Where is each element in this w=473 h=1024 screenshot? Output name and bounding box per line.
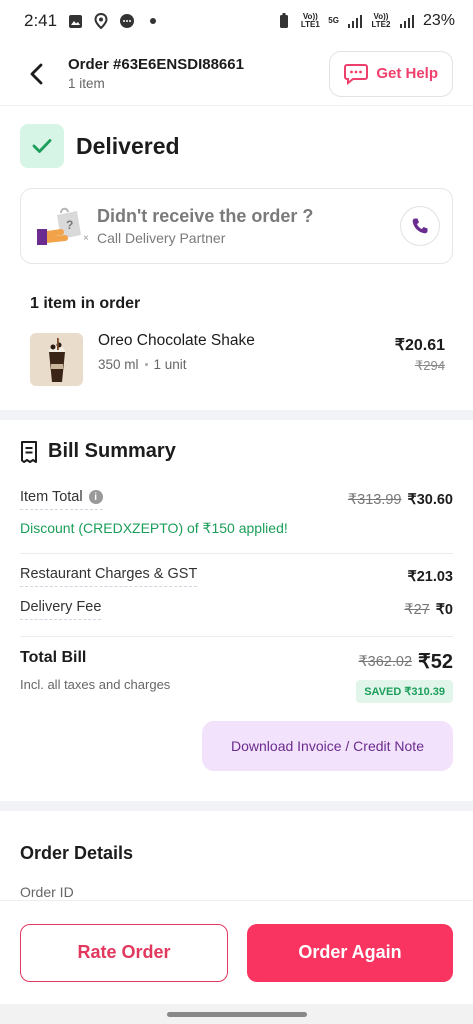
invoice-wrap: Download Invoice / Credit Note	[20, 721, 453, 771]
order-again-button[interactable]: Order Again	[247, 923, 453, 982]
phone-icon	[412, 218, 428, 234]
total-bill-subtext: Incl. all taxes and charges	[20, 677, 171, 692]
bill-divider-2	[20, 636, 453, 637]
delivery-fee-row: Delivery Fee ₹27 ₹0	[20, 599, 453, 620]
total-bill-old: ₹362.02	[358, 653, 413, 670]
call-delivery-card[interactable]: ? × Didn't receive the order ? Call Deli…	[20, 188, 453, 264]
bill-title: Bill Summary	[48, 440, 176, 462]
total-right: ₹362.02 ₹52 SAVED ₹310.39	[356, 649, 453, 703]
gesture-nav-bar	[0, 1004, 473, 1024]
svg-text:?: ?	[66, 218, 73, 232]
order-header-info: Order #63E6ENSDI88661 1 item	[68, 56, 329, 91]
info-icon[interactable]: i	[88, 490, 103, 504]
status-bar: 2:41 Vo)) LTE1 5G Vo)) LTE2 23%	[0, 0, 473, 42]
bill-summary: Bill Summary Item Total i ₹313.99 ₹30.60…	[0, 420, 473, 771]
saved-badge: SAVED ₹310.39	[356, 680, 453, 703]
items-count-title: 1 item in order	[30, 295, 141, 312]
battery-saver-icon	[276, 13, 292, 29]
delivery-fee-new: ₹0	[435, 601, 453, 618]
restaurant-charges-row: Restaurant Charges & GST ₹21.03	[20, 566, 453, 587]
call-partner-button[interactable]	[400, 206, 440, 246]
section-separator	[0, 410, 473, 420]
item-quantity: 1 unit	[153, 356, 187, 372]
item-size: 350 ml	[98, 356, 139, 372]
item-info: Oreo Chocolate Shake 350 ml 1 unit	[98, 332, 395, 372]
status-time: 2:41	[24, 11, 58, 30]
delivery-fee-label[interactable]: Delivery Fee	[20, 599, 102, 620]
get-help-button[interactable]: Get Help	[329, 50, 453, 97]
sim1-label: Vo)) LTE1	[300, 12, 320, 29]
back-button[interactable]	[22, 60, 50, 88]
bill-header: Bill Summary	[20, 440, 453, 463]
call-text: Didn't receive the order ? Call Delivery…	[97, 206, 400, 246]
shake-image-icon	[30, 333, 83, 386]
gallery-icon	[67, 13, 83, 29]
sim2-label: Vo)) LTE2	[371, 12, 391, 29]
rate-order-button[interactable]: Rate Order	[20, 923, 228, 982]
order-details-title: Order Details	[20, 843, 134, 863]
item-total-label-wrap[interactable]: Item Total i	[20, 489, 103, 510]
item-price: ₹20.61	[394, 337, 445, 354]
item-meta: 350 ml 1 unit	[98, 357, 395, 372]
location-icon	[93, 13, 109, 29]
download-invoice-button[interactable]: Download Invoice / Credit Note	[202, 721, 453, 771]
item-total-old: ₹313.99	[347, 491, 402, 508]
restaurant-charges-value: ₹21.03	[407, 568, 453, 585]
total-bill-row: Total Bill Incl. all taxes and charges ₹…	[20, 649, 453, 703]
receipt-icon	[21, 440, 37, 463]
item-mrp: ₹294	[415, 358, 445, 373]
order-details: Order Details Order ID	[0, 811, 473, 900]
total-left: Total Bill Incl. all taxes and charges	[20, 649, 170, 692]
order-item-count: 1 item	[68, 76, 105, 91]
item-total-new: ₹30.60	[407, 491, 453, 508]
battery-percent: 23%	[422, 12, 455, 29]
item-total-label: Item Total	[20, 489, 83, 505]
item-total-row: Item Total i ₹313.99 ₹30.60	[20, 489, 453, 510]
section-separator-2	[0, 801, 473, 811]
notification-dot-icon	[145, 13, 161, 29]
bill-divider	[20, 553, 453, 554]
item-name: Oreo Chocolate Shake	[98, 331, 255, 349]
meta-separator	[144, 362, 148, 366]
item-price-block: ₹20.61 ₹294	[395, 335, 445, 374]
delivery-fee-value: ₹27 ₹0	[404, 602, 453, 618]
order-status-section: Delivered ? × Didn't receive the order ?…	[0, 106, 473, 386]
delivered-status: Delivered	[76, 132, 180, 159]
bottom-action-bar: Rate Order Order Again	[0, 900, 473, 1004]
total-bill-new: ₹52	[418, 651, 453, 673]
chevron-left-icon	[30, 63, 43, 84]
order-header: Order #63E6ENSDI88661 1 item Get Help	[0, 42, 473, 106]
status-right: Vo)) LTE1 5G Vo)) LTE2 23%	[276, 12, 455, 30]
delivery-fee-old: ₹27	[404, 601, 430, 618]
chat-help-icon	[344, 63, 369, 85]
call-title: Didn't receive the order ?	[97, 206, 314, 226]
call-subtitle: Call Delivery Partner	[97, 230, 226, 246]
discount-applied: Discount (CREDXZEPTO) of ₹150 applied!	[20, 520, 288, 536]
total-bill-label: Total Bill	[20, 649, 87, 666]
svg-text:×: ×	[83, 233, 89, 244]
delivered-row: Delivered	[20, 124, 453, 168]
network-label: 5G	[328, 16, 339, 25]
get-help-label: Get Help	[376, 65, 438, 82]
order-number: Order #63E6ENSDI88661	[68, 56, 244, 73]
order-id-label: Order ID	[20, 884, 74, 900]
total-bill-value: ₹362.02 ₹52	[356, 649, 453, 674]
chat-icon	[119, 13, 135, 29]
item-total-value: ₹313.99 ₹30.60	[348, 492, 453, 508]
missing-order-illustration-icon: ? ×	[35, 203, 93, 249]
home-handle[interactable]	[166, 1011, 307, 1017]
signal-icon-2	[399, 13, 415, 29]
order-item-row: Oreo Chocolate Shake 350 ml 1 unit ₹20.6…	[30, 332, 445, 386]
status-left: 2:41	[24, 11, 161, 31]
signal-icon	[347, 13, 363, 29]
restaurant-charges-label[interactable]: Restaurant Charges & GST	[20, 566, 198, 587]
check-icon	[20, 124, 64, 168]
